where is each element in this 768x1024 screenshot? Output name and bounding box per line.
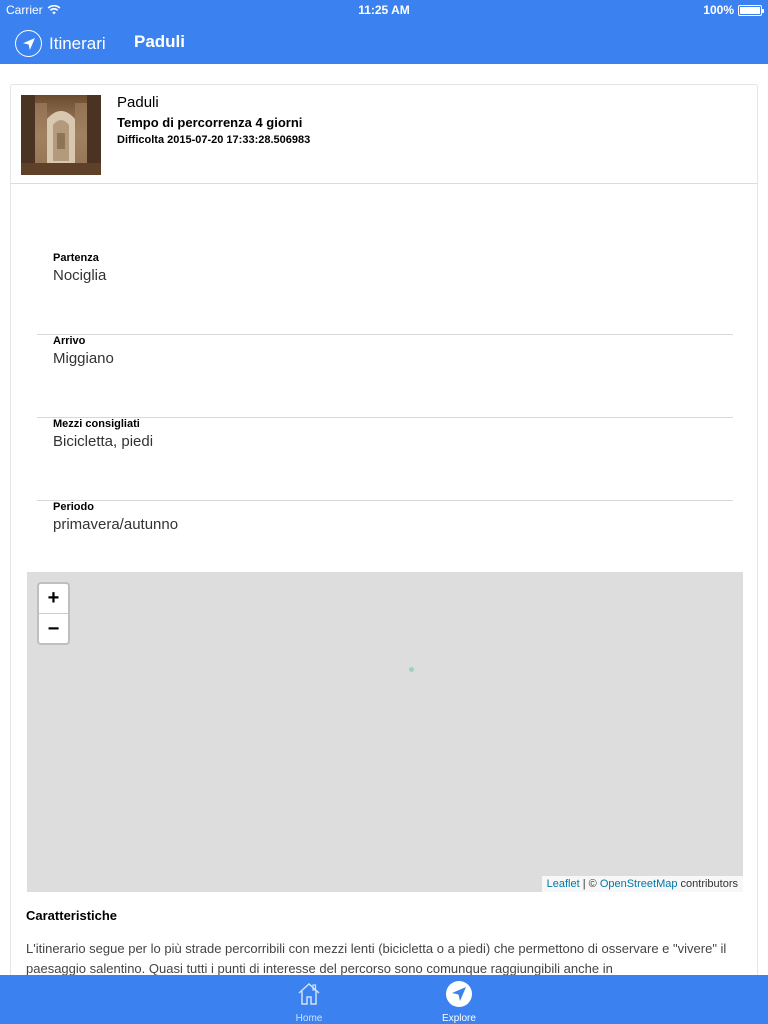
info-value: Bicicletta, piedi — [53, 433, 154, 450]
attribution-separator: | © — [579, 878, 600, 890]
itinerary-title: Paduli — [117, 94, 159, 111]
battery-indicator: 100% — [703, 3, 764, 17]
zoom-out-button[interactable]: − — [39, 614, 68, 643]
leaflet-link[interactable]: Leaflet — [547, 878, 580, 890]
section-title: Caratteristiche — [26, 908, 118, 923]
tab-explore[interactable]: Explore — [419, 979, 499, 1024]
info-label: Periodo — [53, 501, 94, 513]
navigate-icon — [446, 981, 472, 1007]
tab-explore-label: Explore — [442, 1013, 476, 1024]
difficulty: Difficolta 2015-07-20 17:33:28.506983 — [117, 134, 311, 146]
info-arrivo: Arrivo Miggiano — [37, 335, 733, 418]
content-scroll-area[interactable]: Paduli Tempo di percorrenza 4 giorni Dif… — [0, 64, 768, 975]
section-description: L'itinerario segue per lo più strade per… — [26, 941, 727, 975]
info-partenza: Partenza Nociglia — [37, 252, 733, 335]
map-marker[interactable] — [409, 667, 414, 672]
info-label: Arrivo — [53, 335, 86, 347]
page-title: Paduli — [134, 32, 186, 51]
home-icon — [298, 982, 320, 1005]
zoom-in-button[interactable]: + — [39, 584, 68, 614]
battery-label: 100% — [703, 3, 734, 17]
info-label: Partenza — [53, 252, 99, 264]
clock: 11:25 AM — [358, 3, 410, 17]
battery-icon — [738, 4, 764, 16]
status-bar: Carrier 11:25 AM 100% — [0, 0, 768, 20]
back-button-label: Itinerari — [49, 33, 106, 53]
tab-home-label: Home — [295, 1013, 323, 1024]
info-value: Nociglia — [53, 267, 107, 284]
itinerary-card: Paduli Tempo di percorrenza 4 giorni Dif… — [10, 84, 758, 975]
itinerary-thumbnail — [21, 95, 101, 175]
map-attribution: Leaflet | © OpenStreetMap contributors — [541, 876, 743, 892]
route-map[interactable]: + − Leaflet | © OpenStreetMap contributo… — [27, 572, 743, 892]
navigation-bar: Itinerari Paduli — [0, 20, 768, 64]
info-value: Miggiano — [53, 350, 114, 367]
tab-bar: Home Explore — [0, 975, 768, 1024]
info-label: Mezzi consigliati — [53, 418, 140, 430]
itinerary-header: Paduli Tempo di percorrenza 4 giorni Dif… — [11, 85, 757, 184]
info-value: primavera/autunno — [53, 516, 179, 533]
osm-link[interactable]: OpenStreetMap — [600, 878, 678, 890]
back-button[interactable]: Itinerari — [15, 30, 106, 57]
attribution-tail: contributors — [677, 878, 738, 890]
zoom-control: + − — [37, 582, 70, 645]
info-mezzi: Mezzi consigliati Bicicletta, piedi — [37, 418, 733, 501]
tab-home[interactable]: Home — [269, 979, 349, 1024]
navigate-icon — [15, 30, 42, 57]
travel-time: Tempo di percorrenza 4 giorni — [117, 115, 303, 130]
